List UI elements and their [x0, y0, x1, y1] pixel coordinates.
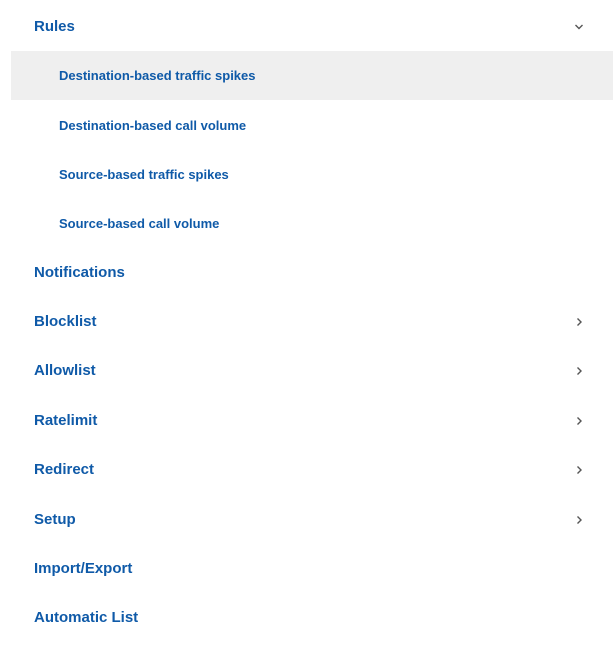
nav-subitem-destination-traffic-spikes[interactable]: Destination-based traffic spikes	[11, 51, 613, 100]
nav-item-label: Notifications	[34, 264, 125, 281]
nav-item-automatic-list[interactable]: Automatic List	[0, 593, 613, 642]
nav-subitem-source-call-volume[interactable]: Source-based call volume	[0, 199, 613, 248]
nav-item-label: Automatic List	[34, 609, 139, 626]
side-navigation: Rules Destination-based traffic spikes D…	[0, 0, 613, 658]
nav-item-label: Blocklist	[34, 313, 97, 330]
nav-item-label: Redirect	[34, 461, 95, 478]
nav-item-redirect[interactable]: Redirect	[0, 445, 613, 494]
nav-item-notifications[interactable]: Notifications	[0, 248, 613, 297]
nav-subitem-label: Destination-based call volume	[59, 118, 247, 133]
nav-item-allowlist[interactable]: Allowlist	[0, 346, 613, 395]
nav-item-label: Import/Export	[34, 560, 133, 577]
nav-item-rules[interactable]: Rules	[0, 2, 613, 51]
nav-item-ratelimit[interactable]: Ratelimit	[0, 396, 613, 445]
nav-subitem-destination-call-volume[interactable]: Destination-based call volume	[0, 101, 613, 150]
chevron-right-icon	[573, 415, 585, 427]
chevron-right-icon	[573, 514, 585, 526]
chevron-right-icon	[573, 316, 585, 328]
nav-item-import-export[interactable]: Import/Export	[0, 544, 613, 593]
nav-item-label: Setup	[34, 511, 76, 528]
nav-subitem-label: Destination-based traffic spikes	[59, 68, 256, 83]
nav-item-label: Allowlist	[34, 362, 96, 379]
chevron-right-icon	[573, 464, 585, 476]
nav-item-label: Ratelimit	[34, 412, 98, 429]
nav-subitem-label: Source-based call volume	[59, 216, 220, 231]
nav-item-rules-label: Rules	[34, 18, 75, 35]
nav-subitem-label: Source-based traffic spikes	[59, 167, 229, 182]
nav-subitem-source-traffic-spikes[interactable]: Source-based traffic spikes	[0, 150, 613, 199]
chevron-down-icon	[573, 21, 585, 33]
nav-item-blocklist[interactable]: Blocklist	[0, 297, 613, 346]
nav-item-setup[interactable]: Setup	[0, 495, 613, 544]
chevron-right-icon	[573, 365, 585, 377]
